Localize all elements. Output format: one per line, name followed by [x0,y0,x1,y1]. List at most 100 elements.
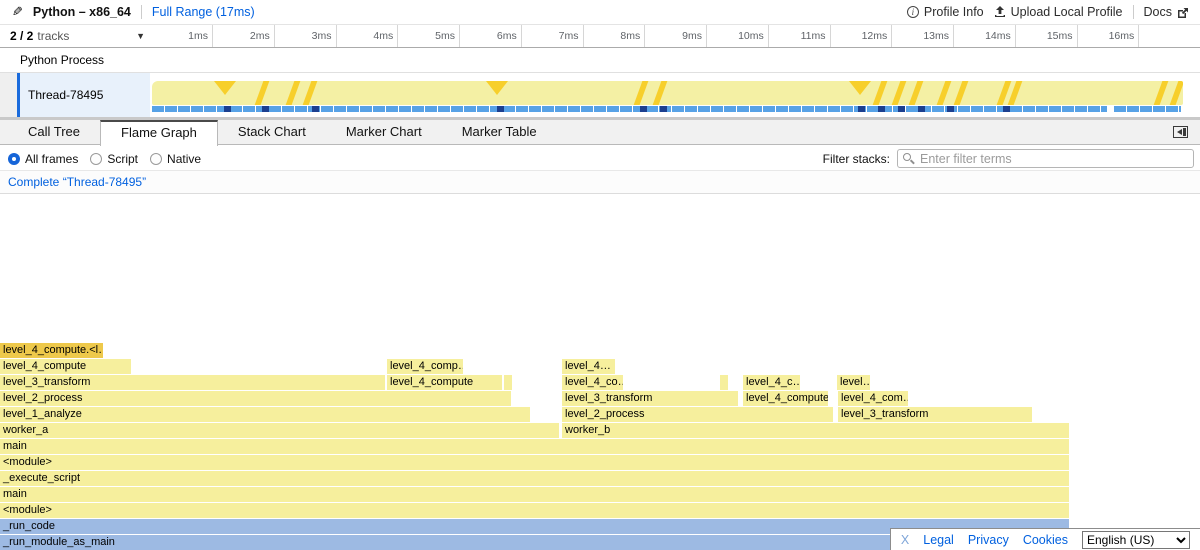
external-link-icon [1177,7,1188,18]
ruler-tick: 12ms [830,25,892,47]
radio-label: Script [107,152,138,166]
flame-block[interactable]: level_4_com… [838,391,908,406]
edit-profile-name-icon[interactable]: ✎ [12,4,23,20]
divider [141,5,142,19]
upload-icon [994,6,1006,18]
memory-spike-slash [634,81,649,105]
language-select[interactable]: English (US) [1082,531,1190,549]
flame-block[interactable]: _execute_script [0,471,1069,486]
ruler-tick: 16ms [1077,25,1139,47]
thread-label-cell[interactable]: Thread-78495 [20,73,150,117]
flame-block[interactable]: level_1_analyze [0,407,530,422]
flame-block[interactable]: level_4_c… [743,375,800,390]
tab-call-tree[interactable]: Call Tree [8,120,100,145]
memory-spike-slash [937,81,952,105]
full-range-button[interactable]: Full Range (17ms) [152,5,255,19]
flame-block[interactable]: level_3_transform [562,391,738,406]
ruler-tick: 13ms [892,25,954,47]
flame-block[interactable] [720,375,728,390]
ruler-tick: 8ms [583,25,645,47]
cpu-samples-strip [152,106,1181,112]
ruler-tick: 6ms [460,25,522,47]
flame-graph-toolbar: All frames Script Native Filter stacks: [0,146,1200,171]
flame-block[interactable]: worker_a [0,423,559,438]
gc-marker-segment [1003,106,1010,112]
tracks-dropdown[interactable]: 2 / 2 tracks ▼ [0,25,155,47]
timeline-header: 2 / 2 tracks ▼ 1ms2ms3ms4ms5ms6ms7ms8ms9… [0,25,1200,48]
tab-stack-chart[interactable]: Stack Chart [218,120,326,145]
profile-info-label: Profile Info [924,5,984,19]
radio-all-frames[interactable]: All frames [8,152,78,166]
flame-block[interactable]: level_2_process [0,391,511,406]
gc-marker-segment [640,106,647,112]
gc-marker-segment [262,106,269,112]
memory-spike-triangle [214,81,236,95]
flame-block[interactable]: worker_b [562,423,1069,438]
flame-block[interactable]: level_4_compute [743,391,828,406]
memory-spike-slash [873,81,888,105]
footer-x-link[interactable]: X [901,533,909,547]
gc-marker-segment [224,106,231,112]
filter-stacks-label: Filter stacks: [823,152,890,166]
track-process-row[interactable]: Python Process [0,48,1200,73]
flame-block[interactable]: level_3_transform [838,407,1032,422]
footer-link-privacy[interactable]: Privacy [968,533,1009,547]
flame-block[interactable]: main [0,487,1069,502]
flame-block[interactable] [504,375,512,390]
gc-marker-segment [898,106,905,112]
ruler-tick: 5ms [398,25,460,47]
radio-script[interactable]: Script [90,152,138,166]
track-thread-row[interactable]: Thread-78495 [0,73,1200,117]
sidebar-toggle-bar [1183,128,1186,136]
sidebar-toggle-icon[interactable] [1173,126,1188,138]
flame-block[interactable]: <module> [0,455,1069,470]
thread-track-canvas[interactable] [150,73,1200,117]
footer: X Legal Privacy Cookies English (US) [890,528,1200,550]
upload-label: Upload Local Profile [1011,5,1123,19]
ruler-tick: 7ms [522,25,584,47]
radio-native[interactable]: Native [150,152,201,166]
thread-label: Thread-78495 [28,88,103,102]
radio-circle-icon [150,153,162,165]
thread-gutter [0,73,17,117]
flame-block[interactable]: level_4… [562,359,615,374]
memory-track-band [152,81,1183,105]
flame-block[interactable]: level_3_transform [0,375,385,390]
memory-spike-slash [1170,81,1183,105]
flame-block[interactable]: level_4_compute.<l… [0,343,103,358]
flame-block[interactable]: level_4_compute [0,359,131,374]
tab-flame-graph[interactable]: Flame Graph [100,120,218,146]
docs-link[interactable]: Docs [1144,5,1188,19]
profile-info-button[interactable]: i Profile Info [907,5,984,19]
memory-spike-slash [909,81,924,105]
timeline-ruler: 1ms2ms3ms4ms5ms6ms7ms8ms9ms10ms11ms12ms1… [155,25,1200,47]
divider [1133,5,1134,19]
breadcrumb-row: Complete “Thread-78495” [0,171,1200,194]
docs-label: Docs [1144,5,1172,19]
memory-spike-slash [1154,81,1169,105]
flame-block[interactable]: main [0,439,1069,454]
tab-marker-chart[interactable]: Marker Chart [326,120,442,145]
memory-spike-slash [892,81,907,105]
flame-block[interactable]: level_2_process [562,407,833,422]
flame-block[interactable]: level_4_co… [562,375,623,390]
breadcrumb[interactable]: Complete “Thread-78495” [8,175,146,189]
flame-block[interactable]: level_4_compute [387,375,502,390]
gc-marker-segment [858,106,865,112]
flame-block[interactable]: <module> [0,503,1069,518]
tab-marker-table[interactable]: Marker Table [442,120,557,145]
footer-link-legal[interactable]: Legal [923,533,954,547]
flame-block[interactable]: level… [837,375,870,390]
upload-local-profile-button[interactable]: Upload Local Profile [994,5,1123,19]
filter-stacks-input[interactable] [897,149,1194,168]
process-label: Python Process [20,53,104,67]
footer-link-cookies[interactable]: Cookies [1023,533,1068,547]
ruler-tick: 2ms [213,25,275,47]
flame-block[interactable]: level_4_comp… [387,359,463,374]
ruler-tick: 11ms [769,25,831,47]
memory-spike-slash [954,81,969,105]
tracks-word: tracks [37,29,69,43]
memory-spike-slash [286,81,301,105]
flame-graph-canvas: level_4_compute.<l…level_4_computelevel_… [0,343,1200,550]
ruler-tick: 9ms [645,25,707,47]
